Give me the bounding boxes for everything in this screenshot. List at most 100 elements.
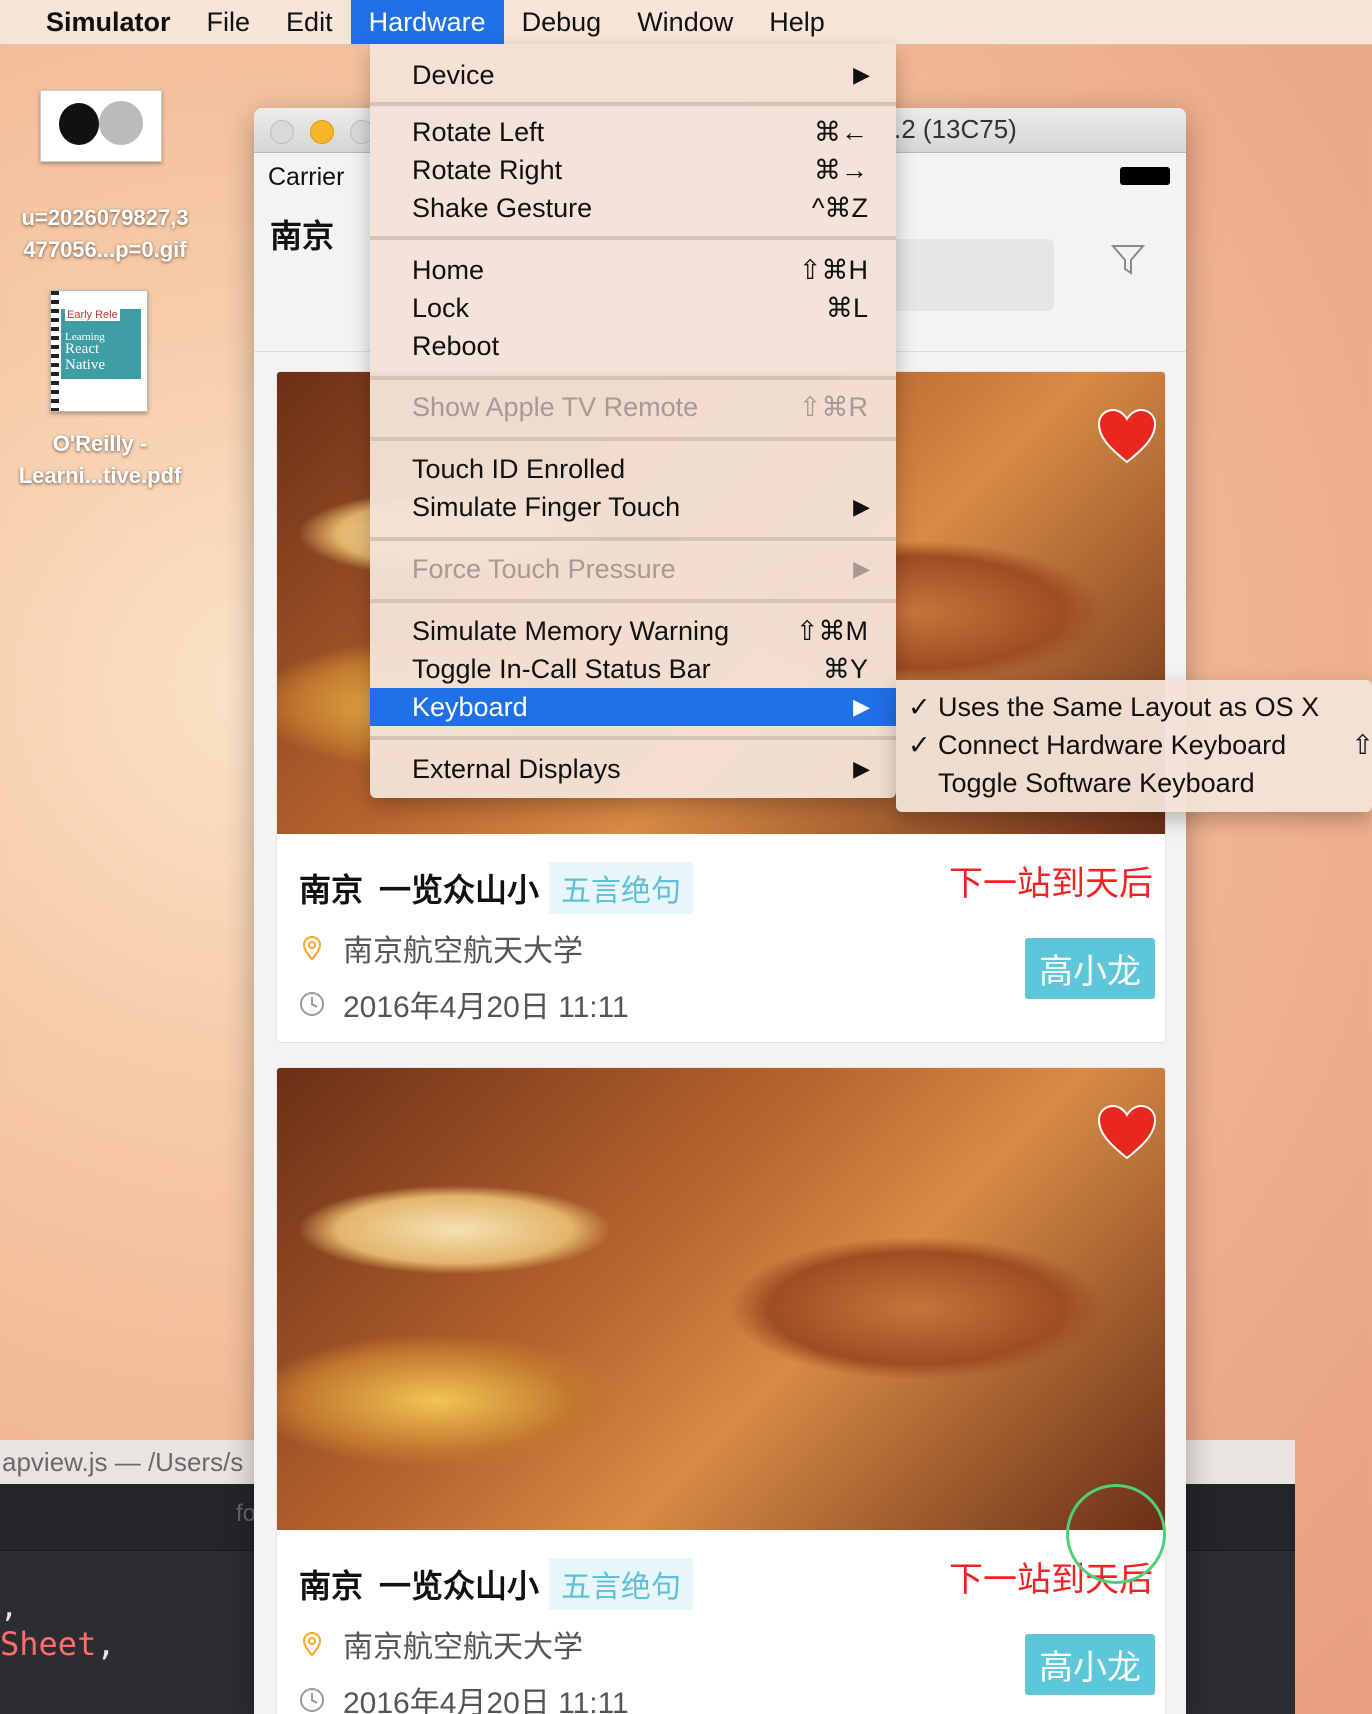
- menu-shortcut: ⇧: [1351, 730, 1372, 760]
- menu-item-label: External Displays: [412, 754, 621, 784]
- apple-icon[interactable]: ​: [0, 7, 14, 38]
- menu-hardware[interactable]: Hardware: [350, 0, 504, 44]
- card-title: 南京: [299, 1568, 364, 1604]
- file-name-line2: Learni...tive.pdf: [18, 463, 182, 488]
- desktop-file-pdf-label[interactable]: O'Reilly - Learni...tive.pdf: [0, 428, 200, 492]
- menu-separator: [370, 102, 896, 106]
- menu-item-label: Keyboard: [412, 692, 528, 722]
- menu-item-label: Simulate Finger Touch: [412, 492, 681, 522]
- menu-item-label: Toggle In-Call Status Bar: [412, 654, 711, 684]
- card-body: 南京 一览众山小 五言绝句 下一站到天后 南京航空航天大学 2016年4月20日…: [277, 1530, 1165, 1714]
- menu-item-shake-gesture[interactable]: Shake Gesture ^⌘Z: [370, 189, 896, 227]
- gif-file-thumbnail[interactable]: [40, 90, 162, 162]
- cover-text-3: React: [65, 341, 100, 357]
- menu-item-label: Rotate Left: [412, 117, 545, 147]
- menu-item-simulate-finger-touch[interactable]: Simulate Finger Touch ▶: [370, 488, 896, 526]
- menu-item-toggle-in-call-status-bar[interactable]: Toggle In-Call Status Bar ⌘Y: [370, 650, 896, 688]
- menu-separator: [370, 376, 896, 380]
- menu-item-label: Toggle Software Keyboard: [938, 768, 1255, 798]
- cover-text-4: Native: [65, 357, 105, 373]
- card-title-row: 南京 一览众山小 五言绝句: [299, 862, 694, 914]
- menu-item-rotate-left[interactable]: Rotate Left ⌘←: [370, 113, 896, 151]
- menu-help[interactable]: Help: [751, 0, 843, 44]
- menu-separator: [370, 437, 896, 441]
- menu-item-device[interactable]: Device ▶: [370, 56, 896, 94]
- menu-item-label: Rotate Right: [412, 155, 563, 185]
- submenu-arrow-icon: ▶: [853, 494, 870, 519]
- card-tag[interactable]: 五言绝句: [549, 1558, 694, 1610]
- menu-item-lock[interactable]: Lock ⌘L: [370, 289, 896, 327]
- file-name-line1: u=2026079827,3: [21, 205, 189, 230]
- card-tag[interactable]: 五言绝句: [549, 862, 694, 914]
- heart-icon[interactable]: [1097, 408, 1157, 464]
- clock-icon: [300, 992, 324, 1016]
- close-button[interactable]: [270, 120, 294, 144]
- menu-separator: [370, 736, 896, 740]
- filter-icon[interactable]: [1110, 241, 1146, 277]
- code-line: Sheet,: [0, 1625, 116, 1663]
- menu-item-label: Simulate Memory Warning: [412, 616, 730, 646]
- menu-simulator[interactable]: Simulator: [14, 0, 189, 44]
- checkmark-icon: ✓: [908, 692, 931, 722]
- carrier-label: Carrier: [268, 163, 345, 191]
- editor-tab-label[interactable]: fo: [236, 1500, 256, 1528]
- code-token: Sheet: [0, 1625, 97, 1663]
- spiral-binding: [51, 291, 59, 411]
- hardware-menu: Device ▶ Rotate Left ⌘← Rotate Right ⌘→ …: [370, 44, 896, 798]
- heart-icon[interactable]: [1097, 1104, 1157, 1160]
- menu-shortcut: ⌘Y: [822, 654, 868, 684]
- submenu-arrow-icon: ▶: [853, 62, 870, 87]
- menu-item-show-apple-tv-remote: Show Apple TV Remote ⇧⌘R: [370, 388, 896, 426]
- file-name-line1: O'Reilly -: [52, 431, 148, 456]
- author-badge[interactable]: 高小龙: [1025, 938, 1155, 999]
- location-pin-icon: [302, 935, 322, 961]
- menu-item-label: Touch ID Enrolled: [412, 454, 626, 484]
- submenu-arrow-icon: ▶: [853, 756, 870, 781]
- card-title-row: 南京 一览众山小 五言绝句: [299, 1558, 694, 1610]
- checkmark-icon: ✓: [908, 730, 931, 760]
- book-cover: Early Rele Learning React Native: [61, 309, 141, 379]
- menu-file[interactable]: File: [189, 0, 269, 44]
- menu-item-rotate-right[interactable]: Rotate Right ⌘→: [370, 151, 896, 189]
- clock-icon: [300, 1688, 324, 1712]
- menu-item-label: Device: [412, 60, 495, 90]
- menu-item-home[interactable]: Home ⇧⌘H: [370, 251, 896, 289]
- card-location-row: 南京航空航天大学: [299, 1622, 583, 1666]
- cat-grey-icon: [99, 101, 143, 145]
- menu-item-reboot[interactable]: Reboot: [370, 327, 896, 365]
- menu-edit[interactable]: Edit: [268, 0, 351, 44]
- card-body: 南京 一览众山小 五言绝句 下一站到天后 南京航空航天大学 2016年4月20日…: [277, 834, 1165, 1042]
- submenu-item-toggle-software-keyboard[interactable]: Toggle Software Keyboard: [896, 764, 1372, 802]
- poem-card[interactable]: 南京 一览众山小 五言绝句 下一站到天后 南京航空航天大学 2016年4月20日…: [276, 1067, 1166, 1714]
- menu-item-simulate-memory-warning[interactable]: Simulate Memory Warning ⇧⌘M: [370, 612, 896, 650]
- menu-item-label: Lock: [412, 293, 470, 323]
- card-time-row: 2016年4月20日 11:11: [299, 1678, 629, 1714]
- menu-item-label: Show Apple TV Remote: [412, 392, 699, 422]
- menu-shortcut: ⇧⌘M: [795, 616, 868, 646]
- card-right-text: 下一站到天后: [949, 865, 1153, 903]
- menu-item-label: Uses the Same Layout as OS X: [938, 692, 1320, 722]
- submenu-arrow-icon: ▶: [853, 694, 870, 719]
- card-datetime: 2016年4月20日 11:11: [343, 991, 629, 1024]
- nav-title[interactable]: 南京: [270, 211, 334, 257]
- menu-window[interactable]: Window: [619, 0, 751, 44]
- cat-black-icon: [59, 103, 99, 145]
- menu-debug[interactable]: Debug: [504, 0, 620, 44]
- author-badge[interactable]: 高小龙: [1025, 1634, 1155, 1695]
- card-time-row: 2016年4月20日 11:11: [299, 982, 629, 1026]
- menu-item-external-displays[interactable]: External Displays ▶: [370, 750, 896, 788]
- menu-item-touch-id-enrolled[interactable]: Touch ID Enrolled: [370, 450, 896, 488]
- menu-shortcut: ⌘→: [814, 155, 868, 185]
- submenu-item-same-layout[interactable]: ✓ Uses the Same Layout as OS X: [896, 688, 1372, 726]
- card-photo[interactable]: [277, 1068, 1165, 1530]
- menu-shortcut: ⇧⌘H: [798, 255, 868, 285]
- card-datetime: 2016年4月20日 11:11: [343, 1687, 629, 1714]
- minimize-button[interactable]: [310, 120, 334, 144]
- menu-item-keyboard[interactable]: Keyboard ▶: [370, 688, 896, 726]
- pdf-file-thumbnail[interactable]: Early Rele Learning React Native: [50, 290, 148, 412]
- submenu-item-connect-hardware-keyboard[interactable]: ✓ Connect Hardware Keyboard ⇧: [896, 726, 1372, 764]
- menu-shortcut: ⌘L: [825, 293, 868, 323]
- menu-separator: [370, 236, 896, 240]
- menu-separator: [370, 599, 896, 603]
- desktop-file-gif-label[interactable]: u=2026079827,3 477056...p=0.gif: [0, 202, 210, 266]
